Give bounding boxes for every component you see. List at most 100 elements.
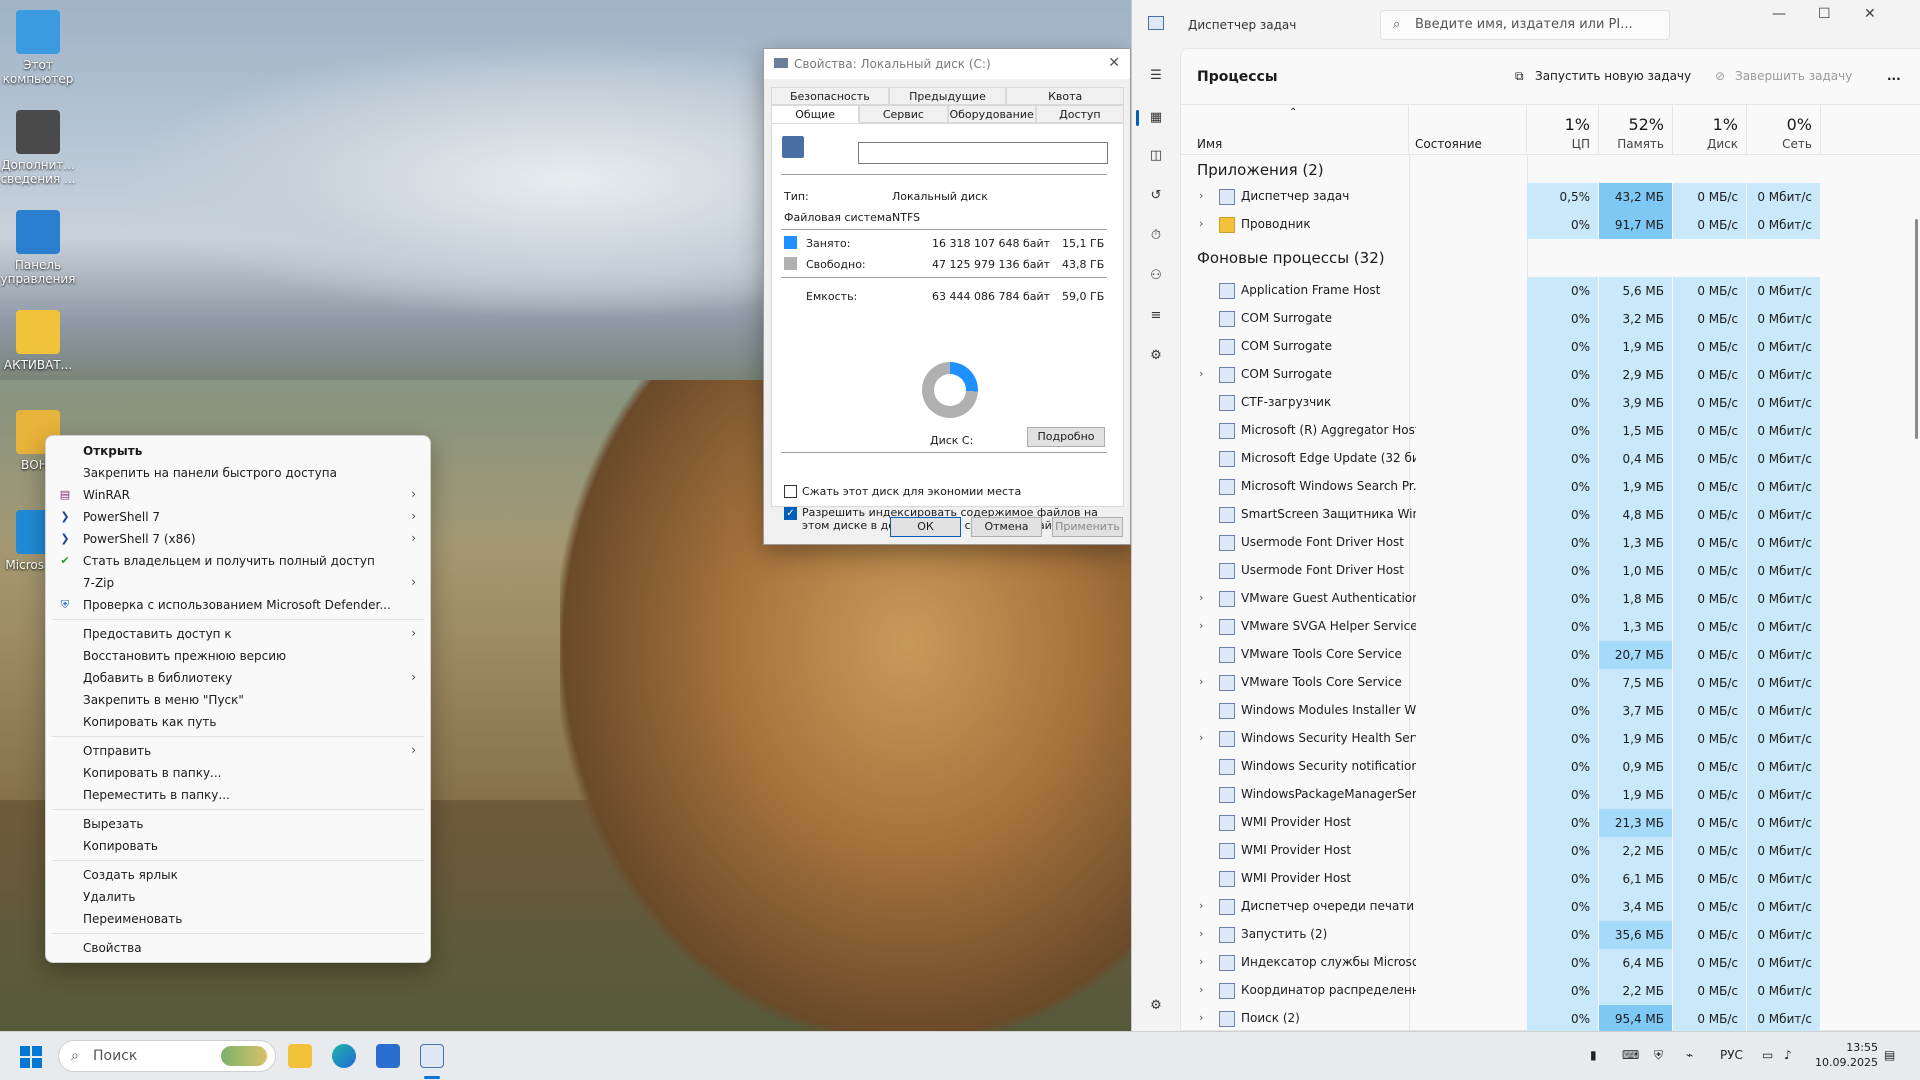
chevron-right-icon[interactable]: › (1199, 217, 1203, 230)
process-row[interactable]: › VMware Tools Core Service 0% 7,5 МБ 0 МБ/с… (1181, 669, 1920, 697)
process-row[interactable]: › Индексатор службы Microso... 0% 6,4 МБ 0 М… (1181, 949, 1920, 977)
processes-icon[interactable]: ▦ (1148, 110, 1164, 126)
context-menu-item[interactable]: Копировать в папку... (46, 762, 430, 784)
col-name[interactable]: ⌃ Имя (1181, 105, 1409, 155)
ok-button[interactable]: ОК (890, 517, 961, 537)
process-row[interactable]: VMware Tools Core Service 0% 20,7 МБ 0 МБ/с… (1181, 641, 1920, 669)
context-menu-item[interactable]: Копировать (46, 835, 430, 857)
chevron-right-icon[interactable]: › (1199, 899, 1203, 912)
volume-icon[interactable]: ♪ (1784, 1048, 1792, 1062)
context-menu-item[interactable]: Удалить (46, 886, 430, 908)
col-cpu[interactable]: 1% ЦП (1527, 105, 1599, 155)
dialog-tab[interactable]: Сервис (859, 105, 948, 123)
chevron-right-icon[interactable]: › (1199, 731, 1203, 744)
process-row[interactable]: WMI Provider Host 0% 2,2 МБ 0 МБ/с 0 Мбит/с (1181, 837, 1920, 865)
notification-icon[interactable]: ▤ (1884, 1048, 1895, 1062)
col-disk[interactable]: 1% Диск (1673, 105, 1747, 155)
scrollbar-thumb[interactable] (1915, 219, 1918, 439)
col-memory[interactable]: 52% Память (1599, 105, 1673, 155)
context-menu-item[interactable]: ▤ WinRAR › (46, 484, 430, 506)
context-menu-item[interactable]: Отправить › (46, 740, 430, 762)
process-row[interactable]: › Диспетчер задач 0,5% 43,2 МБ 0 МБ/с 0 Мбит/… (1181, 183, 1920, 211)
chevron-right-icon[interactable]: › (1199, 675, 1203, 688)
close-icon[interactable]: ✕ (1864, 6, 1876, 22)
context-menu-item[interactable]: Добавить в библиотеку › (46, 667, 430, 689)
tm-titlebar[interactable]: Диспетчер задач ⌕ Введите имя, издателя … (1132, 0, 1920, 48)
context-menu-item[interactable]: Свойства (46, 937, 430, 959)
process-row[interactable]: Windows Security notification... 0% 0,9 МБ… (1181, 753, 1920, 781)
chevron-right-icon[interactable]: › (1199, 619, 1203, 632)
chevron-right-icon[interactable]: › (1199, 189, 1203, 202)
dialog-titlebar[interactable]: Свойства: Локальный диск (C:) ✕ (764, 49, 1130, 79)
compress-checkbox[interactable] (784, 485, 797, 498)
startup-apps-icon[interactable]: ⏱ (1148, 228, 1164, 244)
context-menu-item[interactable]: Закрепить в меню "Пуск" (46, 689, 430, 711)
end-task-button[interactable]: Завершить задачу (1735, 69, 1852, 83)
process-row[interactable]: Windows Modules Installer W... 0% 3,7 МБ 0 … (1181, 697, 1920, 725)
tm-search-input[interactable]: ⌕ Введите имя, издателя или PI... (1380, 10, 1670, 40)
context-menu-item[interactable]: Копировать как путь (46, 711, 430, 733)
app-history-icon[interactable]: ↺ (1148, 188, 1164, 204)
context-menu-item[interactable]: Переименовать (46, 908, 430, 930)
run-task-button[interactable]: Запустить новую задачу (1535, 69, 1691, 83)
settings-icon[interactable]: ⚙ (1148, 998, 1164, 1014)
process-row[interactable]: › Проводник 0% 91,7 МБ 0 МБ/с 0 Мбит/с (1181, 211, 1920, 239)
dialog-tab[interactable]: Квота (1006, 87, 1125, 105)
process-row[interactable]: WMI Provider Host 0% 21,3 МБ 0 МБ/с 0 Мбит/с (1181, 809, 1920, 837)
desktop-icon[interactable]: АКТИВАТ... (0, 310, 76, 372)
start-button[interactable] (20, 1046, 42, 1068)
context-menu-item[interactable]: Вырезать (46, 813, 430, 835)
process-row[interactable]: CTF-загрузчик 0% 3,9 МБ 0 МБ/с 0 Мбит/с (1181, 389, 1920, 417)
context-menu-item[interactable]: 7-Zip › (46, 572, 430, 594)
cancel-button[interactable]: Отмена (971, 517, 1042, 537)
process-row[interactable]: › Запустить (2) 0% 35,6 МБ 0 МБ/с 0 Мбит/с (1181, 921, 1920, 949)
taskmgr-taskbar-icon[interactable] (420, 1044, 444, 1068)
chevron-right-icon[interactable]: › (1199, 955, 1203, 968)
more-options-button[interactable]: ... (1887, 69, 1901, 83)
context-menu-item[interactable]: Создать ярлык (46, 864, 430, 886)
dialog-tab[interactable]: Предыдущие версии (888, 87, 1007, 121)
minimize-icon[interactable]: — (1772, 6, 1786, 22)
apply-button[interactable]: Применить (1052, 517, 1123, 537)
tray-app-icon[interactable]: ▮ (1590, 1048, 1597, 1062)
dialog-tab[interactable]: Доступ (1035, 105, 1124, 123)
details-icon[interactable]: ≡ (1148, 308, 1164, 324)
context-menu-item[interactable]: Переместить в папку... (46, 784, 430, 806)
context-menu-item[interactable]: ❯ PowerShell 7 (x86) › (46, 528, 430, 550)
process-row[interactable]: Microsoft (R) Aggregator Host 0% 1,5 МБ 0 М… (1181, 417, 1920, 445)
process-row[interactable]: Usermode Font Driver Host 0% 1,0 МБ 0 МБ/с 0… (1181, 557, 1920, 585)
context-menu-item[interactable]: ✔ Стать владельцем и получить полный дост… (46, 550, 430, 572)
process-row[interactable]: › COM Surrogate 0% 2,9 МБ 0 МБ/с 0 Мбит/с (1181, 361, 1920, 389)
clock[interactable]: 13:55 10.09.2025 (1815, 1040, 1878, 1070)
process-row[interactable]: › Диспетчер очереди печати 0% 3,4 МБ 0 МБ/с 0… (1181, 893, 1920, 921)
process-row[interactable]: › Координатор распределенн... 0% 2,2 МБ 0 МБ… (1181, 977, 1920, 1005)
details-button[interactable]: Подробно (1027, 427, 1105, 447)
process-row[interactable]: › Поиск (2) 0% 95,4 МБ 0 МБ/с 0 Мбит/с (1181, 1005, 1920, 1033)
col-network[interactable]: 0% Сеть (1747, 105, 1821, 155)
chevron-right-icon[interactable]: › (1199, 367, 1203, 380)
desktop-icon[interactable]: Этот компьютер (0, 10, 76, 86)
process-row[interactable]: › Windows Security Health Servi... 0%1,9 М… (1181, 725, 1920, 753)
context-menu-item[interactable]: Закрепить на панели быстрого доступа (46, 462, 430, 484)
explorer-icon[interactable] (288, 1044, 312, 1068)
edge-icon[interactable] (332, 1044, 356, 1068)
defender-tray-icon[interactable]: ⛨ (1654, 1048, 1663, 1063)
volume-name-input[interactable] (858, 142, 1108, 164)
chevron-right-icon[interactable]: › (1199, 1011, 1203, 1024)
process-row[interactable]: WMI Provider Host 0% 6,1 МБ 0 МБ/с 0 Мбит/с (1181, 865, 1920, 893)
index-checkbox[interactable]: ✓ (784, 507, 797, 520)
process-row[interactable]: › VMware Guest Authentication... 0% 1,8 МБ 0… (1181, 585, 1920, 613)
process-row[interactable]: Microsoft Windows Search Pr... 0% 1,9 МБ 0 … (1181, 473, 1920, 501)
maximize-icon[interactable]: ☐ (1818, 6, 1831, 22)
dialog-tab[interactable]: Оборудование (947, 105, 1036, 123)
context-menu-item[interactable]: ⛨ Проверка с использованием Microsoft Def… (46, 594, 430, 616)
context-menu-item[interactable]: Восстановить прежнюю версию (46, 645, 430, 667)
taskbar-search[interactable]: ⌕ Поиск (58, 1040, 276, 1072)
context-menu-item[interactable]: Предоставить доступ к › (46, 623, 430, 645)
language-indicator[interactable]: РУС (1720, 1048, 1743, 1062)
process-row[interactable]: WindowsPackageManagerSer... 0% 1,9 МБ 0 МБ/… (1181, 781, 1920, 809)
menu-icon[interactable]: ☰ (1148, 68, 1164, 84)
desktop-icon[interactable]: Панель управления (0, 210, 76, 286)
chevron-right-icon[interactable]: › (1199, 927, 1203, 940)
services-icon[interactable]: ⚙ (1148, 348, 1164, 364)
